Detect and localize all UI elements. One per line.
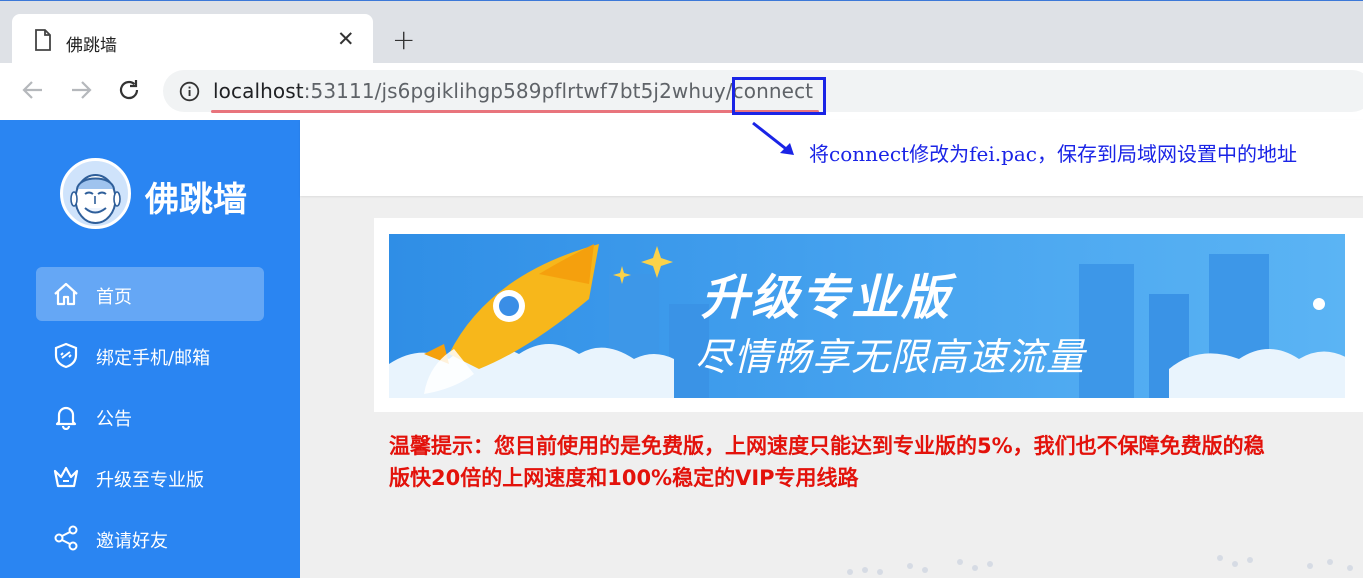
upgrade-banner[interactable]: 升级专业版 尽情畅享无限高速流量 — [389, 234, 1345, 398]
crown-icon — [52, 463, 80, 491]
sidebar-item-upgrade[interactable]: 升级至专业版 — [36, 450, 264, 504]
free-version-warning: 温馨提示：您目前使用的是免费版，上网速度只能达到专业版的5%，我们也不保障免费版… — [389, 430, 1363, 494]
close-tab-icon[interactable]: ✕ — [337, 27, 355, 51]
sidebar-item-label: 首页 — [96, 287, 132, 308]
url-host: localhost — [213, 79, 304, 103]
brand-name: 佛跳墙 — [145, 180, 247, 220]
back-arrow-icon[interactable] — [20, 77, 46, 107]
shield-link-icon — [52, 341, 80, 369]
forward-arrow-icon[interactable] — [68, 77, 94, 107]
warning-line-2: 版快20倍的上网速度和100%稳定的VIP专用线路 — [389, 466, 859, 490]
sidebar-item-label: 公告 — [96, 409, 132, 430]
sidebar: 佛跳墙 首页 绑定手机/邮箱 公告 升级至专业版 邀请好友 — [0, 120, 300, 578]
sidebar-item-label: 升级至专业版 — [96, 470, 204, 491]
sidebar-item-label: 邀请好友 — [96, 531, 168, 552]
url-text[interactable]: localhost:53111/js6pgiklihgp589pflrtwf7b… — [213, 79, 813, 103]
banner-title: 升级专业版 — [701, 270, 952, 326]
buddha-logo-icon — [60, 158, 131, 229]
annotation-note: 将connect修改为fei.pac，保存到局域网设置中的地址 — [809, 142, 1297, 166]
decorative-dots — [847, 555, 1353, 575]
new-tab-button[interactable]: + — [392, 26, 415, 54]
browser-tab[interactable]: 佛跳墙 ✕ — [12, 14, 373, 64]
banner-subtitle: 尽情畅享无限高速流量 — [695, 335, 1086, 379]
annotation-arrow-icon — [750, 120, 800, 166]
sidebar-item-label: 绑定手机/邮箱 — [96, 348, 211, 369]
sidebar-item-announcements[interactable]: 公告 — [36, 389, 264, 443]
browser-toolbar: localhost:53111/js6pgiklihgp589pflrtwf7b… — [0, 63, 1363, 120]
bell-icon — [52, 402, 80, 431]
page-icon — [34, 29, 52, 55]
warning-line-1: 温馨提示：您目前使用的是免费版，上网速度只能达到专业版的5%，我们也不保障免费版… — [389, 434, 1265, 458]
tab-strip: 佛跳墙 ✕ + — [0, 0, 1363, 64]
sidebar-item-invite[interactable]: 邀请好友 — [36, 511, 264, 565]
share-icon — [52, 524, 80, 552]
tab-title: 佛跳墙 — [66, 36, 117, 56]
url-underline-annotation — [211, 110, 819, 113]
connect-highlight-box — [732, 77, 826, 115]
sidebar-item-bind-phone-email[interactable]: 绑定手机/邮箱 — [36, 328, 264, 382]
info-icon[interactable] — [179, 81, 200, 106]
reload-icon[interactable] — [116, 77, 142, 107]
sidebar-item-home[interactable]: 首页 — [36, 267, 264, 321]
home-icon — [52, 280, 80, 308]
